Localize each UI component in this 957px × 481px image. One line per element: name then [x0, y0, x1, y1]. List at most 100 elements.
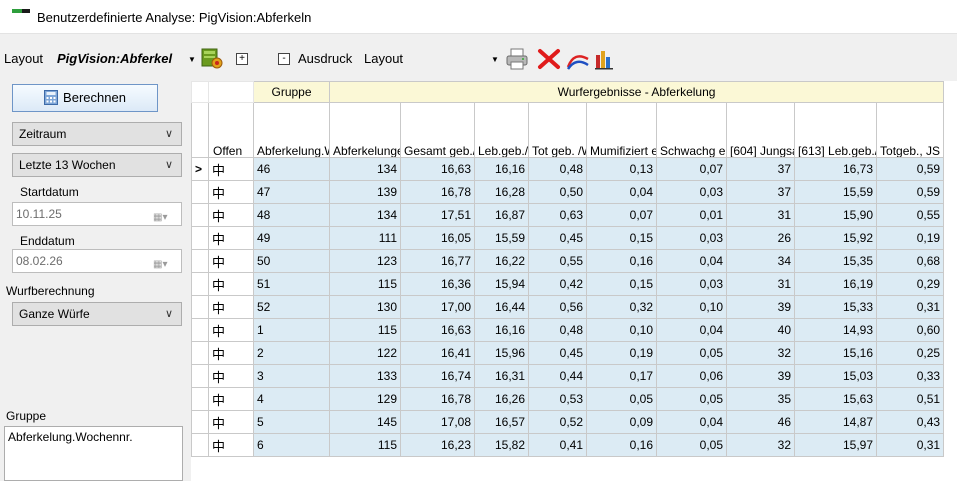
value-cell[interactable]: 0,05 [656, 387, 727, 411]
value-cell[interactable]: 16,19 [794, 272, 877, 296]
table-row[interactable]: 中 2 122 16,41 15,96 0,45 0,19 0,05 32 15,16 0,25 [191, 341, 945, 365]
group-cell[interactable]: 46 [253, 157, 330, 181]
value-cell[interactable]: 0,04 [586, 180, 657, 204]
value-cell[interactable]: 0,16 [586, 433, 657, 457]
value-cell[interactable]: 16,78 [400, 387, 475, 411]
value-cell[interactable]: 0,13 [586, 157, 657, 181]
start-date-field[interactable]: 10.11.25 ▦▾ [12, 202, 182, 226]
value-cell[interactable]: 0,09 [586, 410, 657, 434]
layout-settings-icon[interactable] [201, 47, 223, 69]
layout-menu[interactable]: Layout [364, 51, 403, 66]
range-select[interactable]: Letzte 13 Wochen ∨ [12, 153, 182, 177]
value-cell[interactable]: 31 [726, 203, 795, 227]
value-cell[interactable]: 16,36 [400, 272, 475, 296]
row-expander-icon[interactable]: 中 [208, 157, 254, 181]
value-cell[interactable]: 0,59 [875, 157, 945, 181]
value-cell[interactable]: 15,59 [794, 180, 877, 204]
table-row[interactable]: 中 47 139 16,78 16,28 0,50 0,04 0,03 37 15,59 0,59 [191, 180, 945, 204]
value-cell[interactable]: 139 [329, 180, 401, 204]
column-header[interactable]: Mumifiziert e/Wurf [586, 102, 657, 158]
row-expander-icon[interactable]: 中 [208, 318, 254, 342]
value-cell[interactable]: 40 [726, 318, 795, 342]
value-cell[interactable]: 134 [329, 203, 401, 227]
group-cell[interactable]: 49 [253, 226, 330, 250]
value-cell[interactable]: 16,28 [474, 180, 529, 204]
group-cell[interactable]: 1 [253, 318, 330, 342]
group-list[interactable]: Abferkelung.Wochennr. [4, 426, 183, 481]
value-cell[interactable]: 46 [726, 410, 795, 434]
value-cell[interactable]: 0,05 [656, 341, 727, 365]
value-cell[interactable]: 0,15 [586, 226, 657, 250]
column-header[interactable]: Abferkelungen [329, 102, 401, 158]
value-cell[interactable]: 16,63 [400, 318, 475, 342]
value-cell[interactable]: 17,51 [400, 203, 475, 227]
table-row[interactable]: > 中 46 134 16,63 16,16 0,48 0,13 0,07 37 16,73 0,59 [191, 157, 945, 181]
value-cell[interactable]: 0,31 [875, 295, 945, 319]
value-cell[interactable]: 0,03 [656, 180, 727, 204]
value-cell[interactable]: 39 [726, 295, 795, 319]
value-cell[interactable]: 15,90 [794, 203, 877, 227]
value-cell[interactable]: 26 [726, 226, 795, 250]
litter-calc-select[interactable]: Ganze Würfe ∨ [12, 302, 182, 326]
value-cell[interactable]: 0,25 [875, 341, 945, 365]
value-cell[interactable]: 0,03 [656, 272, 727, 296]
group-cell[interactable]: 48 [253, 203, 330, 227]
column-header[interactable]: [604] Jungsau abferkelungen [726, 102, 795, 158]
value-cell[interactable]: 0,68 [875, 249, 945, 273]
column-header[interactable]: Totgeb., JS [875, 102, 945, 158]
table-row[interactable]: 中 50 123 16,77 16,22 0,55 0,16 0,04 34 15,35 0,68 [191, 249, 945, 273]
table-row[interactable]: 中 52 130 17,00 16,44 0,56 0,32 0,10 39 15,33 0,31 [191, 295, 945, 319]
value-cell[interactable]: 0,63 [528, 203, 587, 227]
table-row[interactable]: 中 6 115 16,23 15,82 0,41 0,16 0,05 32 15,97 0,31 [191, 433, 945, 457]
value-cell[interactable]: 37 [726, 157, 795, 181]
value-cell[interactable]: 0,10 [656, 295, 727, 319]
value-cell[interactable]: 16,73 [794, 157, 877, 181]
column-header[interactable]: Schwachg eb./Wurf [656, 102, 727, 158]
group-cell[interactable]: 50 [253, 249, 330, 273]
value-cell[interactable]: 0,42 [528, 272, 587, 296]
value-cell[interactable]: 15,94 [474, 272, 529, 296]
value-cell[interactable]: 0,05 [586, 387, 657, 411]
expand-all-button[interactable]: + [236, 53, 248, 65]
value-cell[interactable]: 0,45 [528, 226, 587, 250]
value-cell[interactable]: 37 [726, 180, 795, 204]
group-cell[interactable]: 3 [253, 364, 330, 388]
value-cell[interactable]: 32 [726, 433, 795, 457]
calendar-icon[interactable]: ▦▾ [153, 207, 175, 223]
value-cell[interactable]: 0,19 [586, 341, 657, 365]
value-cell[interactable]: 0,51 [875, 387, 945, 411]
bar-chart-icon[interactable] [593, 47, 617, 71]
period-select[interactable]: Zeitraum ∨ [12, 122, 182, 146]
row-expander-icon[interactable]: 中 [208, 272, 254, 296]
value-cell[interactable]: 15,63 [794, 387, 877, 411]
value-cell[interactable]: 0,31 [875, 433, 945, 457]
value-cell[interactable]: 34 [726, 249, 795, 273]
value-cell[interactable]: 0,03 [656, 226, 727, 250]
group-cell[interactable]: 6 [253, 433, 330, 457]
value-cell[interactable]: 0,45 [528, 341, 587, 365]
row-expander-icon[interactable]: 中 [208, 364, 254, 388]
layout-dropdown[interactable]: PigVision:Abferkel [57, 51, 172, 66]
value-cell[interactable]: 15,35 [794, 249, 877, 273]
row-expander-icon[interactable]: 中 [208, 226, 254, 250]
table-row[interactable]: 中 51 115 16,36 15,94 0,42 0,15 0,03 31 16,19 0,29 [191, 272, 945, 296]
delete-icon[interactable] [537, 47, 561, 71]
value-cell[interactable]: 0,55 [875, 203, 945, 227]
column-header[interactable]: Leb.geb./Wurf [474, 102, 529, 158]
value-cell[interactable]: 31 [726, 272, 795, 296]
value-cell[interactable]: 15,82 [474, 433, 529, 457]
group-list-item[interactable]: Abferkelung.Wochennr. [8, 430, 133, 444]
value-cell[interactable]: 0,59 [875, 180, 945, 204]
table-row[interactable]: 中 4 129 16,78 16,26 0,53 0,05 0,05 35 15,63 0,51 [191, 387, 945, 411]
value-cell[interactable]: 0,07 [586, 203, 657, 227]
value-cell[interactable]: 15,16 [794, 341, 877, 365]
value-cell[interactable]: 0,05 [656, 433, 727, 457]
value-cell[interactable]: 0,48 [528, 157, 587, 181]
table-row[interactable]: 中 48 134 17,51 16,87 0,63 0,07 0,01 31 15,90 0,55 [191, 203, 945, 227]
value-cell[interactable]: 17,00 [400, 295, 475, 319]
value-cell[interactable]: 0,29 [875, 272, 945, 296]
column-header[interactable]: Abferkelung.Wochennr. [253, 102, 330, 158]
table-row[interactable]: 中 49 111 16,05 15,59 0,45 0,15 0,03 26 15,92 0,19 [191, 226, 945, 250]
value-cell[interactable]: 14,87 [794, 410, 877, 434]
value-cell[interactable]: 15,33 [794, 295, 877, 319]
